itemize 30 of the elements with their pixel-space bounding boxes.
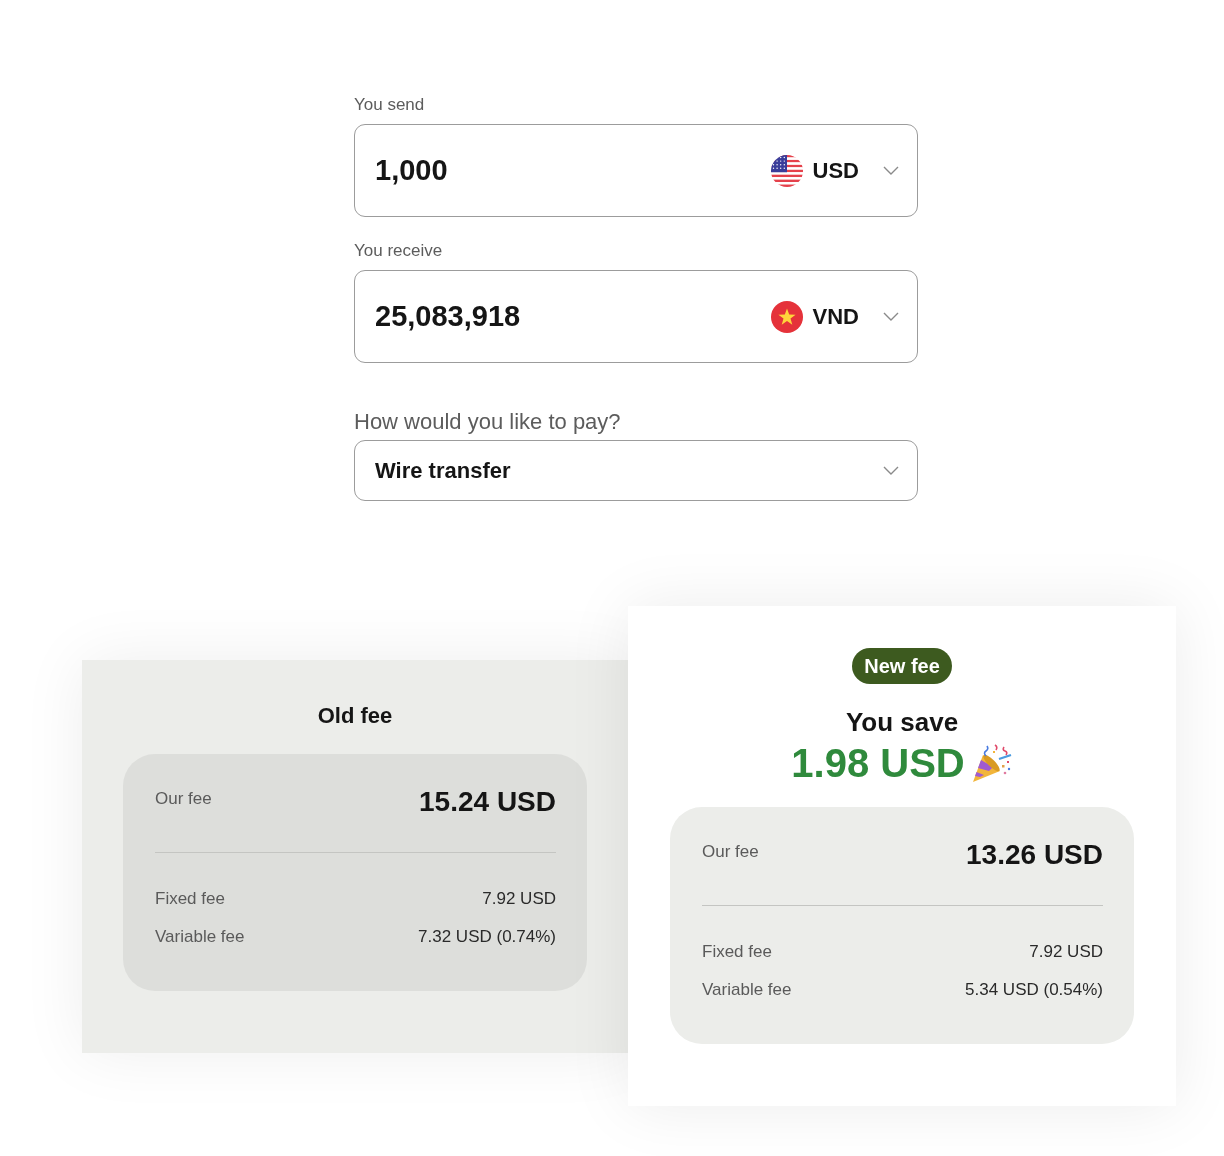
fee-total: 15.24 USD [419, 785, 556, 819]
savings-amount: 1.98 USD [791, 741, 965, 785]
savings-title: You save [845, 706, 959, 738]
chevron-down-icon [883, 466, 899, 475]
fee-amount: 7.92 USD [1029, 941, 1103, 963]
fee-label: Our fee [702, 841, 759, 864]
amount-field[interactable]: 1,000 USD [354, 124, 918, 217]
currency-dropdown[interactable]: USD [770, 154, 899, 187]
payment-method-dropdown[interactable]: Wire transfer [354, 440, 918, 501]
fee-label: Our fee [155, 788, 212, 811]
chevron-down-icon [883, 312, 899, 321]
currency-dropdown[interactable]: VND [770, 300, 899, 333]
us-flag-icon [770, 154, 803, 187]
fee-amount: 7.32 USD (0.74%) [418, 926, 556, 948]
field-label: You send [354, 94, 426, 116]
fee-label: Variable fee [155, 926, 245, 948]
chevron-down-icon [883, 166, 899, 175]
vietnam-flag-icon [770, 300, 803, 333]
fee-label: Variable fee [702, 979, 792, 1001]
fee-label: Fixed fee [155, 888, 225, 910]
field-label: You receive [354, 240, 444, 262]
fee-total: 13.26 USD [966, 838, 1103, 872]
fee-amount: 5.34 USD (0.54%) [965, 979, 1103, 1001]
payment-question: How would you like to pay? [354, 408, 622, 436]
new-fee-badge: New fee [852, 648, 952, 684]
amount-field[interactable]: 25,083,918 VND [354, 270, 918, 363]
party-popper-icon [970, 743, 1013, 783]
fee-amount: 7.92 USD [482, 888, 556, 910]
fee-label: Fixed fee [702, 941, 772, 963]
card-title: Old fee [317, 702, 393, 730]
